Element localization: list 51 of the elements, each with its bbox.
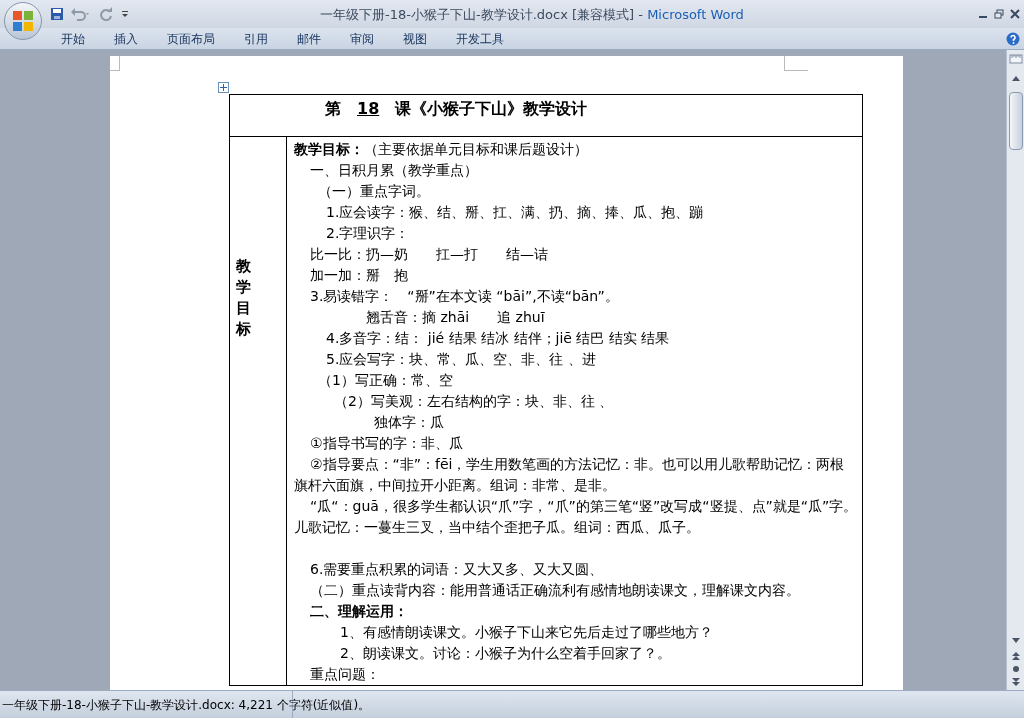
ribbon-tab[interactable]: 开始 (50, 28, 96, 49)
document-paragraph: （2）写美观：左右结构的字：块、非、往 、 (333, 392, 615, 411)
close-icon[interactable] (1010, 9, 1020, 19)
page-corner-mark (110, 56, 120, 71)
previous-page-icon[interactable] (1010, 651, 1021, 661)
ribbon-tab[interactable]: 审阅 (339, 28, 385, 49)
document-paragraph: 一、日积月累（教学重点） (309, 161, 479, 180)
office-button[interactable] (4, 2, 42, 40)
ribbon-tab[interactable]: 插入 (103, 28, 149, 49)
ribbon-tab[interactable]: 开发工具 (445, 28, 515, 49)
document-paragraph: （一）重点字词。 (317, 182, 431, 201)
document-paragraph: 重点问题： (309, 665, 381, 684)
ribbon-tab[interactable]: 引用 (233, 28, 279, 49)
document-paragraph: 1、有感情朗读课文。小猴子下山来它先后走过了哪些地方？ (339, 623, 714, 642)
scroll-down-icon[interactable] (1010, 637, 1021, 645)
document-paragraph: 4.多音字：结： jié 结果 结冰 结伴；jiē 结巴 结实 结果 (325, 329, 671, 348)
scroll-up-icon[interactable] (1010, 74, 1021, 82)
document-paragraph: 3.易读错字： “掰”在本文读 “bāi”,不读“bān”。 (309, 287, 620, 306)
ribbon-tab[interactable]: 邮件 (286, 28, 332, 49)
document-paragraph: 教学目标：（主要依据单元目标和课后题设计） (294, 140, 589, 159)
table-move-handle-icon[interactable] (218, 82, 229, 93)
document-paragraph: 二、理解运用： (309, 602, 409, 621)
ribbon-tab[interactable]: 视图 (392, 28, 438, 49)
document-paragraph: 6.需要重点积累的词语：又大又多、又大又圆、 (309, 560, 605, 579)
document-paragraph: 独体字：瓜 (373, 413, 445, 432)
document-paragraph: ②指导要点：“非”：fēi，学生用数笔画的方法记忆：非。也可以用儿歌帮助记忆：两根旗杆六面旗，中间拉开小距离。组词：非常、是非。 (294, 455, 846, 495)
restore-icon[interactable] (994, 9, 1004, 19)
page-corner-mark (784, 56, 808, 71)
document-paragraph: 2.字理识字： (325, 224, 411, 243)
scrollbar-thumb[interactable] (1008, 92, 1023, 150)
document-paragraph: 加一加：掰 抱 (309, 266, 409, 285)
window-title: 一年级下册-18-小猴子下山-教学设计.docx [兼容模式] - Microsoft Word (320, 6, 744, 24)
document-paragraph: ①指导书写的字：非、瓜 (309, 434, 464, 453)
save-icon[interactable] (50, 7, 64, 21)
document-paragraph: （二）重点读背内容：能用普通话正确流利有感情地朗读课文，理解课文内容。 (309, 581, 801, 600)
office-logo-icon (12, 10, 34, 32)
document-paragraph: 比一比：扔—奶 扛—打 结—诘 (309, 245, 549, 264)
document-paragraph: 2、朗读课文。讨论：小猴子为什么空着手回家了？。 (339, 644, 672, 663)
side-label: 教学目标 (236, 256, 251, 340)
document-paragraph: 5.应会写字：块、常、瓜、空、非、往 、进 (325, 350, 597, 369)
document-paragraph: （1）写正确：常、空 (317, 371, 454, 390)
document-title: 第 18 课《小猴子下山》教学设计 (325, 98, 589, 120)
dropdown-icon[interactable] (120, 9, 130, 19)
next-page-icon[interactable] (1010, 677, 1021, 687)
help-icon[interactable] (1006, 31, 1020, 46)
document-paragraph: 翘舌音：摘 zhāi 追 zhuī (365, 308, 546, 327)
document-paragraph: 1.应会读字：猴、结、掰、扛、满、扔、摘、捧、瓜、抱、蹦 (325, 203, 705, 222)
browse-object-icon[interactable] (1010, 664, 1021, 674)
ribbon-tab[interactable]: 页面布局 (156, 28, 226, 49)
status-text: 一年级下册-18-小猴子下山-教学设计.docx: 4,221 个字符(近似值)。 (2, 696, 371, 714)
document-paragraph: “瓜“：guā，很多学生都认识“爪”字，“爪”的第三笔“竖”改写成“竖提、点”就是“瓜”字。儿歌记忆：一蔓生三叉，当中结个歪把子瓜。组词：西瓜、瓜子。 (294, 497, 858, 537)
